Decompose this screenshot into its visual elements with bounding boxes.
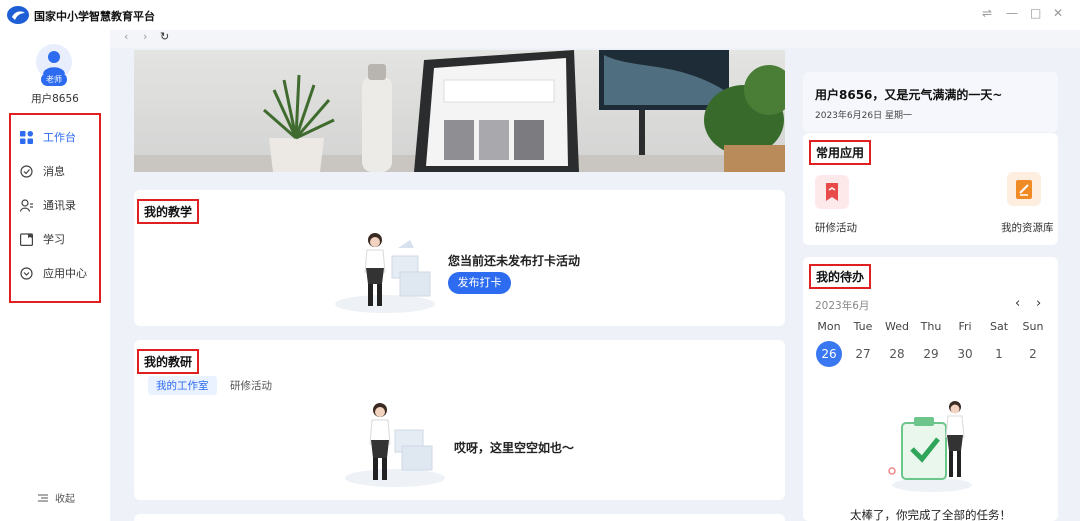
weekday-label: Mon	[817, 320, 841, 333]
username: 用户8656	[31, 93, 79, 105]
research-title: 我的教研	[137, 349, 200, 374]
weekday-label: Sun	[1022, 320, 1044, 333]
sidebar-item-app-center[interactable]: 应用中心	[20, 265, 87, 281]
tasks-complete-illustration-icon	[888, 401, 972, 492]
calendar-day[interactable]: 28	[884, 341, 910, 367]
resource-library-icon	[1016, 180, 1032, 199]
sidebar-item-workbench[interactable]: 工作台	[20, 129, 76, 145]
minimize-button[interactable]: —	[1006, 6, 1018, 20]
close-button[interactable]: ✕	[1053, 6, 1063, 20]
todo-title: 我的待办	[809, 264, 872, 289]
research-card	[134, 340, 785, 500]
app-my-resources[interactable]	[1007, 172, 1041, 206]
app-title: 国家中小学智慧教育平台	[34, 10, 155, 23]
calendar-next-button[interactable]: ›	[1036, 296, 1041, 311]
app-logo-icon	[7, 6, 29, 24]
calendar-month: 2023年6月	[815, 300, 870, 312]
greeting-text: 用户8656，又是元气满满的一天~	[815, 88, 1003, 102]
back-icon[interactable]: ‹	[124, 30, 128, 43]
weekday-label: Sat	[989, 320, 1009, 333]
weekday-label: Thu	[920, 320, 942, 333]
role-badge: 老师	[41, 73, 67, 86]
title-bar: 国家中小学智慧教育平台 ⇌ — □ ✕	[0, 0, 1080, 30]
calendar-day[interactable]: 30	[952, 341, 978, 367]
tasks-complete-text: 太棒了，你完成了全部的任务！	[850, 508, 1011, 521]
empty-illustration-icon	[345, 403, 445, 487]
collapse-label: 收起	[55, 494, 75, 505]
tab-my-studio[interactable]: 我的工作室	[148, 376, 217, 395]
collapse-button[interactable]: 收起	[38, 490, 75, 505]
calendar-day[interactable]: 2	[1020, 341, 1046, 367]
forward-icon[interactable]: ›	[143, 30, 147, 43]
sidebar-item-label: 学习	[43, 233, 65, 246]
sidebar-item-messages[interactable]: 消息	[20, 163, 65, 179]
collapse-icon	[38, 494, 48, 501]
tab-research-activities[interactable]: 研修活动	[222, 376, 280, 395]
app-research-activity-label[interactable]: 研修活动	[815, 220, 857, 235]
empty-illustration-icon	[335, 233, 435, 313]
sidebar-item-contacts[interactable]: 通讯录	[20, 197, 76, 213]
study-icon	[20, 232, 33, 246]
banner-image	[134, 50, 785, 172]
weekday-label: Fri	[958, 320, 972, 333]
sidebar: 老师 用户8656 工作台 消息 通讯录 学习 应用中心 收起	[0, 30, 110, 521]
app-center-icon	[20, 266, 33, 280]
teaching-empty-text: 您当前还未发布打卡活动	[448, 254, 581, 268]
sidebar-item-study[interactable]: 学习	[20, 231, 65, 247]
sidebar-item-label: 应用中心	[43, 267, 87, 280]
sidebar-item-label: 通讯录	[43, 199, 76, 212]
calendar-day-today[interactable]: 26	[816, 341, 842, 367]
settings-icon[interactable]: ⇌	[982, 6, 992, 20]
app-research-activity[interactable]	[815, 175, 849, 209]
navigation-bar: ‹ › ↻	[110, 30, 1080, 48]
research-empty-text: 哎呀，这里空空如也～	[454, 441, 575, 455]
publish-checkin-button[interactable]: 发布打卡	[448, 272, 511, 294]
contacts-icon	[20, 198, 33, 212]
refresh-icon[interactable]: ↻	[160, 30, 169, 43]
message-check-icon	[20, 164, 33, 178]
sidebar-item-label: 消息	[43, 165, 65, 178]
weekday-label: Wed	[885, 320, 909, 333]
teaching-title: 我的教学	[137, 199, 200, 224]
weekday-label: Tue	[853, 320, 873, 333]
calendar-day[interactable]: 27	[850, 341, 876, 367]
sidebar-item-label: 工作台	[43, 131, 76, 144]
calendar-day[interactable]: 29	[918, 341, 944, 367]
next-card	[134, 514, 785, 521]
research-activity-icon	[826, 183, 838, 201]
calendar-prev-button[interactable]: ‹	[1015, 296, 1020, 311]
calendar-day[interactable]: 1	[986, 341, 1012, 367]
maximize-button[interactable]: □	[1030, 6, 1041, 20]
common-apps-title: 常用应用	[809, 140, 872, 165]
greeting-date: 2023年6月26日 星期一	[815, 111, 912, 121]
app-my-resources-label[interactable]: 我的资源库	[1001, 220, 1054, 235]
grid-icon	[20, 130, 33, 144]
